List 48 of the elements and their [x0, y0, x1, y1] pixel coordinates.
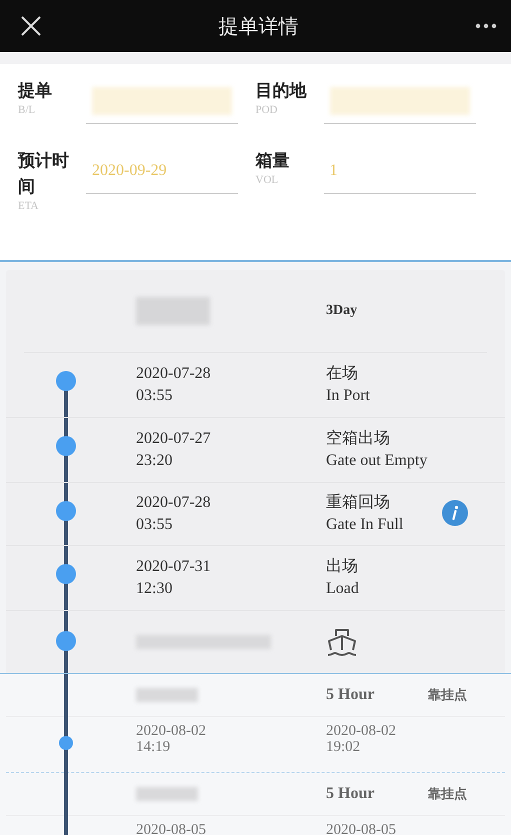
timeline-dot: [59, 736, 73, 750]
field-label: 提单: [18, 80, 53, 102]
field-sublabel: POD: [256, 104, 279, 116]
event-time: 03:55: [136, 386, 172, 406]
timeline-dot: [56, 564, 76, 584]
input-field[interactable]: 2020-09-29: [86, 148, 238, 194]
field-label: 目的地: [256, 80, 308, 102]
event-date: 2020-07-28: [136, 364, 211, 384]
stop-label: 靠挂点: [428, 785, 467, 803]
duration-text: 5 Hour: [326, 784, 374, 804]
duration-text: 5 Hour: [326, 685, 374, 705]
event-subtitle: Load: [326, 579, 359, 599]
event-time: 23:20: [136, 451, 172, 471]
field-sublabel: B/L: [18, 104, 36, 116]
redacted-block: [136, 688, 198, 702]
event-title: 在场: [326, 364, 358, 384]
timeline-dot: [56, 371, 76, 391]
departure-time: 19:02: [326, 739, 360, 755]
arrival-time: 2020-08-02: [136, 723, 206, 739]
arrival-time: 14:19: [136, 739, 170, 755]
timeline-dot: [56, 631, 76, 651]
timeline-dot: [56, 436, 76, 456]
event-title: 空箱出场: [326, 428, 390, 449]
event-date: 2020-07-27: [136, 429, 211, 449]
event-time: 03:55: [136, 515, 172, 535]
page-title: 提单详情: [218, 14, 298, 40]
duration-text: 3Day: [326, 302, 358, 320]
field-label: 箱量: [256, 150, 290, 172]
event-subtitle: In Port: [326, 386, 370, 406]
event-time: 12:30: [136, 579, 172, 599]
event-title: 出场: [326, 556, 358, 577]
departure-time: 2020-08-02: [326, 723, 396, 739]
event-title: 重箱回场: [326, 492, 390, 513]
input-field[interactable]: 1: [324, 148, 476, 194]
field-sublabel: VOL: [256, 174, 280, 186]
timeline-dot: [56, 501, 76, 521]
stop-label: 靠挂点: [428, 686, 467, 704]
event-date: 2020-07-28: [136, 493, 211, 513]
event-subtitle: Gate In Full: [326, 515, 404, 535]
redacted-block: [136, 787, 198, 801]
field-sublabel: ETA: [18, 200, 40, 212]
field-label: 预计时间: [18, 150, 70, 198]
departure-time: 2020-08-05: [326, 822, 396, 835]
event-date: 2020-07-31: [136, 557, 211, 577]
arrival-time: 2020-08-05: [136, 822, 206, 835]
event-subtitle: Gate out Empty: [326, 451, 428, 471]
more-icon[interactable]: [475, 23, 497, 29]
close-icon[interactable]: [20, 15, 42, 37]
